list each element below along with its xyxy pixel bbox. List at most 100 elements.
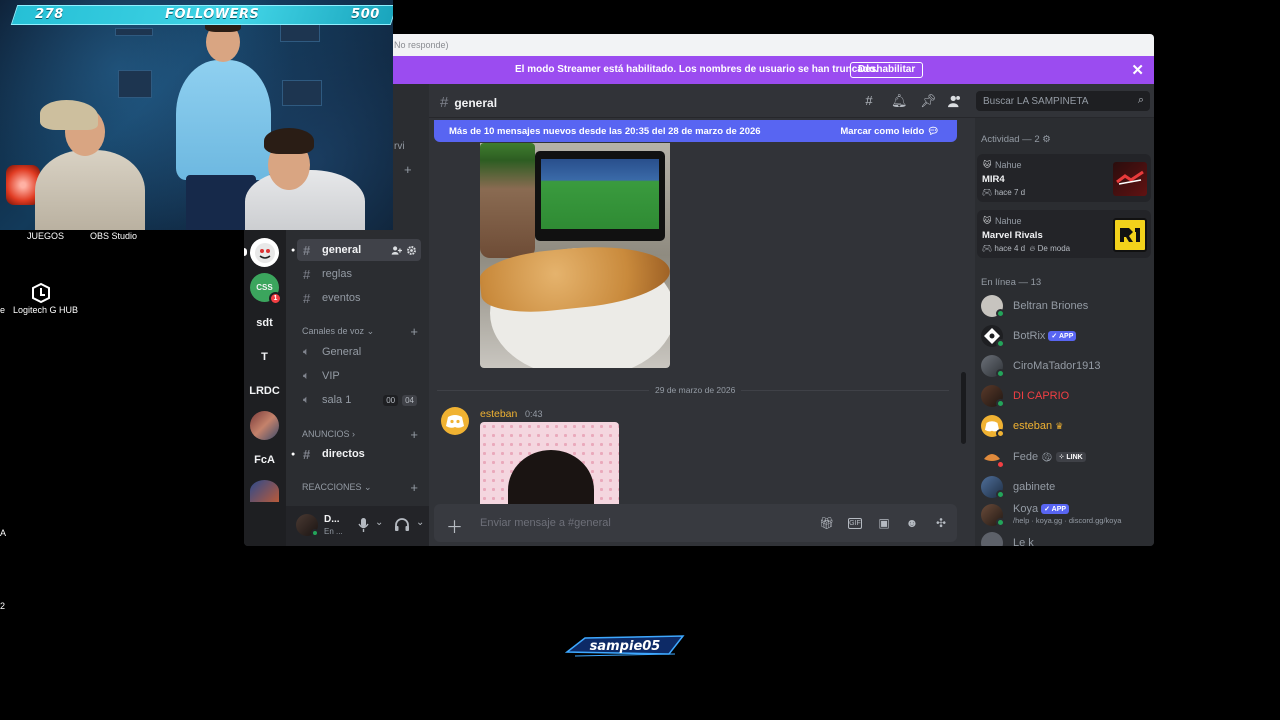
threads-icon[interactable]: # — [862, 94, 876, 108]
member-item[interactable]: Fede 🍪︎ ⁘ LINK — [981, 444, 1151, 470]
speaker-icon: 🔈︎ — [303, 369, 310, 382]
flame-icon: 🔥︎ — [1029, 244, 1036, 253]
invite-icon[interactable] — [391, 245, 402, 256]
server-icon-partial[interactable] — [250, 480, 279, 502]
search-input[interactable]: Buscar LA SAMPINETA ⌕ — [976, 91, 1150, 111]
desktop-icon-obs-label[interactable]: OBS Studio — [90, 231, 137, 241]
bottle-shape — [480, 143, 535, 258]
member-name-text: BotRix — [1013, 330, 1046, 342]
online-header: En línea — 13 — [981, 277, 1042, 288]
mark-read-icon: 💬︎ — [926, 126, 939, 137]
message-timestamp: 0:43 — [525, 409, 543, 419]
member-item[interactable]: Koya ✓ APP /help · koya.gg · discord.gg/k… — [981, 502, 1151, 528]
add-channel-icon[interactable]: + — [410, 427, 418, 442]
new-messages-bar[interactable]: Más de 10 mensajes nuevos desde las 20:3… — [434, 120, 957, 142]
server-icon-photo[interactable] — [250, 411, 279, 440]
emoji-icon[interactable]: ☻ — [905, 516, 919, 530]
chevron-down-icon[interactable]: ⌄ — [375, 517, 383, 528]
channel-general[interactable]: # general — [297, 239, 421, 261]
microphone-icon[interactable] — [358, 518, 369, 532]
webcam-overlay: 278 FOLLOWERS 500 — [0, 0, 393, 230]
add-channel-icon[interactable]: + — [404, 162, 412, 177]
add-attachment-icon[interactable]: ＋ — [446, 513, 463, 538]
speaker-icon: 🔈︎ — [303, 393, 310, 406]
member-item[interactable]: BotRix ✓ APP — [981, 323, 1151, 349]
message-author[interactable]: esteban — [480, 408, 517, 420]
channel-name: reglas — [322, 268, 352, 280]
gift-icon[interactable]: 🎁︎ — [819, 516, 834, 530]
server-icon-fca[interactable]: FcA — [250, 445, 279, 474]
new-messages-text: Más de 10 mensajes nuevos desde las 20:3… — [449, 126, 761, 137]
member-item[interactable]: gabinete — [981, 474, 1151, 500]
activity-meta-text: hace 7 d — [994, 188, 1026, 197]
bell-icon[interactable]: 🔔︎ — [891, 94, 908, 108]
server-icon-lrdc[interactable]: LRDC — [249, 376, 280, 405]
online-status-dot — [996, 309, 1005, 318]
channel-name: General — [322, 346, 362, 358]
message-composer[interactable]: ＋ Enviar mensaje a #general 🎁︎ GIF ▣ ☻ ✣ — [434, 504, 957, 542]
pin-icon[interactable]: 📌︎ — [920, 94, 937, 108]
close-icon[interactable]: ✕ — [1131, 61, 1144, 79]
category-anuncios[interactable]: ANUNCIOS › + — [302, 427, 418, 442]
mark-as-read-button[interactable]: Marcar como leído 💬︎ — [840, 126, 939, 137]
avatar[interactable] — [441, 407, 469, 435]
channel-reglas[interactable]: # reglas — [297, 263, 421, 285]
activity-user: Nahue — [995, 216, 1022, 226]
headphones-icon[interactable] — [395, 518, 409, 531]
desktop-edge-mark: A — [0, 528, 7, 538]
activity-meta-text: hace 4 d — [994, 244, 1026, 253]
attachment-image-portrait[interactable] — [480, 422, 619, 504]
username[interactable]: D... — [324, 514, 340, 525]
channel-name: directos — [322, 448, 365, 460]
logitech-ghub-icon[interactable] — [30, 282, 52, 304]
user-count-badge: 00 — [383, 394, 399, 406]
idle-status-dot — [996, 429, 1005, 438]
channel-directos[interactable]: # directos — [297, 443, 421, 465]
user-limit-badge: 04 — [402, 394, 417, 406]
gif-icon[interactable]: GIF — [848, 518, 862, 529]
marvel-rivals-game-art — [1113, 218, 1147, 252]
add-channel-icon[interactable]: + — [410, 480, 418, 495]
server-icon-css[interactable]: CSS 1 — [250, 273, 282, 305]
watermark-text: sampie05 — [590, 639, 661, 654]
disable-streamer-mode-button[interactable]: Deshabilitar — [850, 62, 924, 78]
sticker-icon[interactable]: ▣ — [877, 516, 891, 530]
add-channel-icon[interactable]: + — [410, 324, 418, 339]
shelf-shape — [282, 80, 322, 106]
category-reacciones[interactable]: REACCIONES ⌄ + — [302, 480, 418, 495]
member-item[interactable]: esteban ♛ — [981, 413, 1151, 439]
desktop-icon-juegos-label[interactable]: JUEGOS — [27, 231, 64, 241]
window-title: No responde) — [394, 40, 449, 50]
channel-title-text: general — [454, 96, 498, 110]
tablet-shape — [535, 151, 665, 241]
voice-channel-sala-1[interactable]: 🔈︎ sala 1 00 04 — [297, 389, 421, 411]
server-icon-sampineta[interactable] — [250, 238, 279, 267]
followers-goal: 500 — [351, 7, 380, 22]
app-badge-label: APP — [1058, 333, 1074, 340]
desktop-icon-ghub-label[interactable]: Logitech G HUB — [13, 305, 78, 315]
activity-card[interactable]: 🐱︎ Nahue MIR4 🎮︎ hace 7 d — [977, 154, 1151, 202]
date-divider-label: 29 de marzo de 2026 — [649, 385, 742, 395]
member-item[interactable]: CiroMaTador1913 — [981, 353, 1151, 379]
online-status-dot — [996, 518, 1005, 527]
member-item[interactable]: DI CAPRIO — [981, 383, 1151, 409]
member-list-icon[interactable] — [948, 94, 962, 108]
voice-channel-vip[interactable]: 🔈︎ VIP — [297, 365, 421, 387]
server-icon-t[interactable]: T — [250, 342, 279, 371]
apps-icon[interactable]: ✣ — [934, 516, 948, 530]
category-voice[interactable]: Canales de voz ⌄ + — [302, 324, 418, 339]
crown-icon: ♛ — [1055, 421, 1064, 431]
app-badge: ✓ APP — [1048, 331, 1077, 341]
scrollbar[interactable] — [961, 372, 966, 444]
voice-channel-general[interactable]: 🔈︎ General — [297, 341, 421, 363]
server-icon-sdt[interactable]: sdt — [250, 308, 279, 337]
gear-icon[interactable]: ⚙︎ — [1042, 134, 1051, 145]
chevron-down-icon[interactable]: ⌄ — [416, 517, 424, 528]
member-item[interactable]: Beltran Briones — [981, 293, 1151, 319]
channel-eventos[interactable]: # eventos — [297, 287, 421, 309]
attachment-image-pizza[interactable] — [480, 143, 670, 368]
text-channel-icon: # — [303, 446, 311, 462]
activity-card[interactable]: 🐱︎ Nahue Marvel Rivals 🎮︎ hace 4 d 🔥︎ De… — [977, 210, 1151, 258]
gear-icon[interactable] — [406, 245, 417, 256]
member-item[interactable]: Le k — [981, 530, 1151, 546]
